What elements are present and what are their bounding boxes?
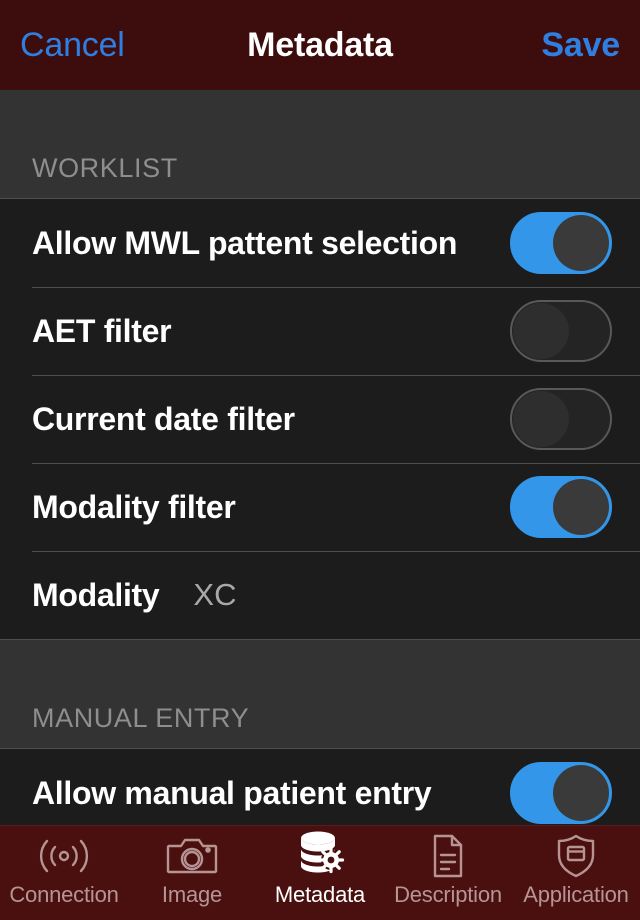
setting-row-current-date-filter[interactable]: Current date filter bbox=[0, 375, 640, 463]
toggle-knob bbox=[513, 391, 569, 447]
document-lines-icon bbox=[422, 832, 474, 880]
setting-row-allow-mwl-patient-selection[interactable]: Allow MWL pattent selection bbox=[0, 199, 640, 287]
tab-label: Connection bbox=[9, 882, 119, 907]
cancel-button[interactable]: Cancel bbox=[20, 26, 125, 65]
toggle-current-date-filter[interactable] bbox=[510, 388, 612, 450]
section-header-label: WORKLIST bbox=[32, 153, 178, 183]
toggle-aet-filter[interactable] bbox=[510, 300, 612, 362]
toggle-knob bbox=[553, 215, 609, 271]
setting-label: Modality filter bbox=[32, 488, 236, 525]
tab-label: Application bbox=[523, 882, 629, 907]
camera-icon bbox=[166, 832, 218, 880]
shield-window-icon bbox=[550, 832, 602, 880]
toggle-allow-mwl-patient-selection[interactable] bbox=[510, 212, 612, 274]
toggle-modality-filter[interactable] bbox=[510, 476, 612, 538]
tab-metadata[interactable]: Metadata bbox=[256, 826, 384, 920]
database-gear-icon bbox=[294, 831, 346, 880]
setting-row-aet-filter[interactable]: AET filter bbox=[0, 287, 640, 375]
tab-label: Metadata bbox=[274, 882, 366, 907]
tab-connection[interactable]: Connection bbox=[0, 826, 128, 920]
modality-value: XC bbox=[193, 577, 237, 612]
setting-label: AET filter bbox=[32, 312, 172, 349]
toggle-knob bbox=[553, 479, 609, 535]
setting-row-modality[interactable]: Modality XC bbox=[0, 551, 640, 639]
tab-bar: Connection Image Metadata Description Ap… bbox=[0, 825, 640, 920]
tab-application[interactable]: Application bbox=[512, 826, 640, 920]
tab-image[interactable]: Image bbox=[128, 826, 256, 920]
setting-label: Current date filter bbox=[32, 400, 295, 437]
section-header-manual-entry: MANUAL ENTRY bbox=[0, 640, 640, 748]
setting-row-allow-manual-patient-entry[interactable]: Allow manual patient entry bbox=[0, 749, 640, 825]
settings-list[interactable]: WORKLIST Allow MWL pattent selection AET… bbox=[0, 90, 640, 825]
navigation-bar: Cancel Metadata Save bbox=[0, 0, 640, 90]
tab-label: Image bbox=[161, 882, 223, 907]
toggle-knob bbox=[513, 303, 569, 359]
save-button[interactable]: Save bbox=[541, 26, 620, 65]
setting-label: Modality bbox=[32, 576, 160, 613]
setting-label: Allow manual patient entry bbox=[32, 774, 432, 811]
section-header-worklist: WORKLIST bbox=[0, 90, 640, 198]
settings-screen: Cancel Metadata Save WORKLIST Allow MWL … bbox=[0, 0, 640, 920]
section-rows-worklist: Allow MWL pattent selection AET filter C… bbox=[0, 199, 640, 639]
section-rows-manual-entry: Allow manual patient entry bbox=[0, 749, 640, 825]
toggle-allow-manual-patient-entry[interactable] bbox=[510, 762, 612, 824]
tab-description[interactable]: Description bbox=[384, 826, 512, 920]
section-header-label: MANUAL ENTRY bbox=[32, 703, 250, 733]
tab-label: Description bbox=[394, 882, 502, 907]
setting-row-modality-filter[interactable]: Modality filter bbox=[0, 463, 640, 551]
toggle-knob bbox=[553, 765, 609, 821]
broadcast-signal-icon bbox=[38, 832, 90, 880]
setting-label: Allow MWL pattent selection bbox=[32, 224, 458, 261]
